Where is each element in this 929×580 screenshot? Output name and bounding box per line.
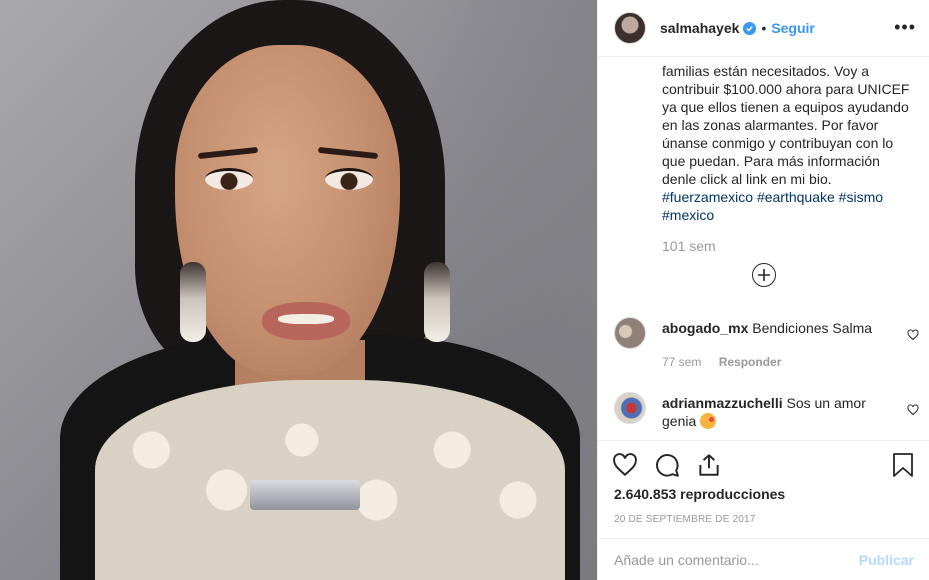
lips — [262, 302, 350, 340]
caption-hashtags: #fuerzamexico #earthquake #sismo #mexico — [662, 189, 883, 223]
face-blowing-kiss-icon — [700, 413, 717, 429]
more-options-icon[interactable]: ••• — [894, 18, 916, 36]
comment-button[interactable] — [654, 452, 680, 478]
comment-text: Bendiciones Salma — [752, 320, 873, 336]
add-comment-form: Publicar — [598, 538, 929, 580]
hashtag-link[interactable]: #sismo — [839, 189, 883, 205]
comment-username[interactable]: abogado_mx — [662, 320, 748, 336]
comment-username[interactable]: adrianmazzuchelli — [662, 395, 783, 411]
hashtag-link[interactable]: #mexico — [662, 207, 714, 223]
caption-time: 101 sem — [662, 238, 716, 254]
post-side-panel: salmahayek • Seguir ••• familias están n… — [597, 0, 929, 580]
necklace — [250, 480, 360, 510]
post-video[interactable] — [0, 0, 597, 580]
verified-badge-icon — [743, 21, 757, 35]
post-date[interactable]: 20 DE SEPTIEMBRE DE 2017 — [614, 514, 756, 525]
heart-icon — [613, 453, 637, 477]
comment-body: adrianmazzuchelli Sos un amor genia — [662, 394, 892, 430]
view-count[interactable]: 2.640.853 reproducciones — [614, 486, 785, 502]
comment-meta: 77 sem Responder — [662, 355, 781, 369]
right-earring — [424, 262, 450, 342]
heart-icon[interactable] — [907, 329, 919, 341]
comment-item: adrianmazzuchelli Sos un amor genia — [614, 392, 919, 438]
share-button[interactable] — [696, 452, 722, 478]
bookmark-icon — [893, 453, 913, 477]
post-header: salmahayek • Seguir ••• — [598, 0, 929, 57]
post-caption: familias están necesitados. Voy a contri… — [662, 62, 917, 224]
heart-icon[interactable] — [907, 404, 919, 416]
hashtag-link[interactable]: #fuerzamexico — [662, 189, 753, 205]
header-separator: • — [761, 20, 767, 36]
commenter-avatar[interactable] — [614, 317, 646, 349]
left-earring — [180, 262, 206, 342]
post-actions — [612, 452, 722, 478]
follow-button[interactable]: Seguir — [771, 20, 815, 36]
right-eye — [325, 168, 373, 190]
caption-text: familias están necesitados. Voy a contri… — [662, 63, 910, 187]
reply-button[interactable]: Responder — [719, 355, 782, 369]
commenter-avatar[interactable] — [614, 392, 646, 424]
author-avatar[interactable] — [614, 12, 646, 44]
like-button[interactable] — [612, 452, 638, 478]
comment-time: 77 sem — [662, 355, 702, 369]
actions-divider — [598, 440, 929, 441]
publish-button[interactable]: Publicar — [859, 552, 914, 568]
comment-input[interactable] — [614, 551, 859, 568]
author-username[interactable]: salmahayek — [660, 20, 739, 36]
plus-icon — [758, 269, 770, 281]
left-eye — [205, 168, 253, 190]
save-button[interactable] — [891, 452, 915, 478]
comment-item: abogado_mx Bendiciones Salma 77 sem Resp… — [614, 317, 919, 387]
share-icon — [699, 454, 719, 476]
comment-bubble-icon — [656, 454, 679, 477]
hashtag-link[interactable]: #earthquake — [757, 189, 835, 205]
load-more-comments-button[interactable] — [752, 263, 776, 287]
comment-body: abogado_mx Bendiciones Salma — [662, 319, 892, 337]
